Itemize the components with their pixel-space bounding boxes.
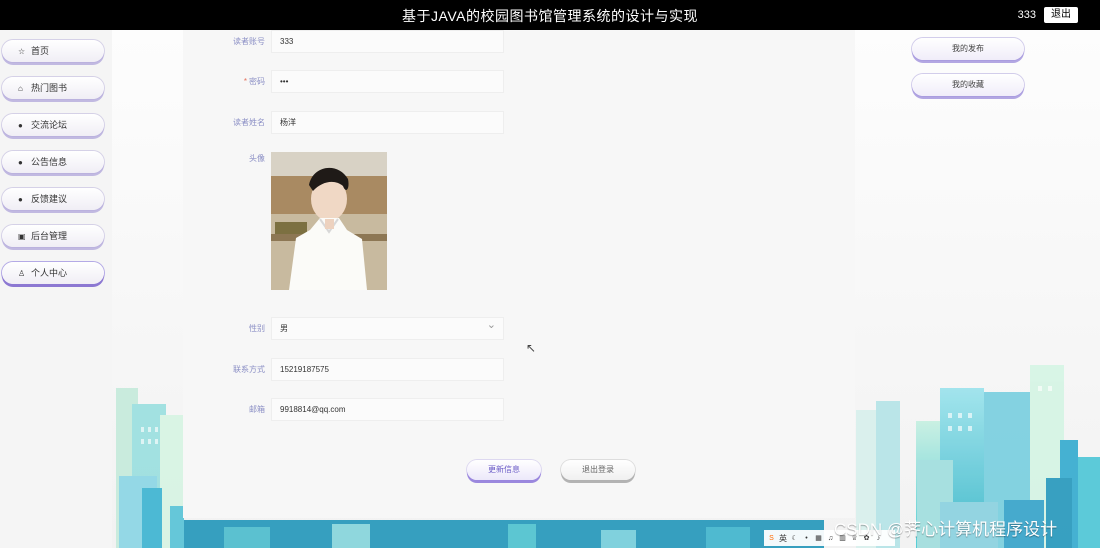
sidebar-item-popular-books[interactable]: ⌂ 热门图书 [2, 77, 104, 99]
sidebar-item-label: 个人中心 [31, 268, 68, 278]
phone-input[interactable]: 15219187575 [271, 358, 504, 381]
input-method-icon[interactable]: S [767, 534, 776, 543]
account-input[interactable]: 333 [271, 30, 504, 53]
profile-form-panel: 读者账号 333 * 密码 ••• 读者姓名 杨洋 头像 性别 男 ⌄ 联系方式… [183, 30, 855, 518]
password-input[interactable]: ••• [271, 70, 504, 93]
phone-label: 联系方式 [233, 365, 265, 374]
account-label: 读者账号 [233, 37, 265, 46]
mouse-cursor-icon: ↖ [526, 341, 537, 355]
main-page: ☆ 首页 ⌂ 热门图书 ● 交流论坛 ● 公告信息 ● 反馈建议 ▣ 后台管理 ♙ 个人中心 [0, 30, 1100, 548]
top-header: 基于JAVA的校园图书馆管理系统的设计与实现 333 退出 [0, 0, 1100, 30]
star-icon: ☆ [18, 47, 26, 56]
user-icon: ♙ [18, 269, 26, 278]
keyboard-icon[interactable]: ▦ [814, 534, 823, 543]
sidebar-nav: ☆ 首页 ⌂ 热门图书 ● 交流论坛 ● 公告信息 ● 反馈建议 ▣ 后台管理 ♙ 个人中心 [2, 40, 108, 299]
phone-row: 联系方式 15219187575 [183, 358, 855, 382]
sidebar-item-admin[interactable]: ▣ 后台管理 [2, 225, 104, 247]
password-row: * 密码 ••• [183, 70, 855, 94]
email-label: 邮箱 [249, 405, 265, 414]
gender-row: 性别 男 [183, 315, 855, 341]
password-label: * 密码 [185, 70, 265, 94]
my-posts-button[interactable]: 我的发布 [912, 38, 1024, 60]
avatar-photo-portrait [271, 152, 387, 290]
name-label: 读者姓名 [233, 118, 265, 127]
sidebar-item-home[interactable]: ☆ 首页 [2, 40, 104, 62]
sidebar-item-label: 公告信息 [31, 157, 68, 167]
sidebar-item-feedback[interactable]: ● 反馈建议 [2, 188, 104, 210]
username: 333 [1017, 9, 1036, 21]
name-row: 读者姓名 杨洋 [183, 111, 855, 135]
info-circle-icon: ● [18, 121, 23, 130]
csdn-watermark: CSDN @荠心计算机程序设计 [834, 520, 1058, 539]
sidebar-item-label: 热门图书 [31, 83, 68, 93]
account-row: 读者账号 333 [183, 30, 855, 54]
sidebar-item-profile[interactable]: ♙ 个人中心 [2, 262, 104, 284]
avatar-image[interactable] [271, 152, 387, 290]
required-mark: * [243, 77, 247, 86]
gender-label: 性别 [249, 324, 265, 333]
avatar-label: 头像 [249, 154, 265, 163]
moon-icon[interactable]: ☾ [790, 534, 799, 543]
punctuation-icon[interactable]: • [802, 534, 811, 543]
email-row: 邮箱 9918814@qq.com [183, 398, 855, 422]
printer-icon: ▣ [18, 232, 26, 241]
update-info-button[interactable]: 更新信息 [467, 460, 541, 480]
left-sidebar: ☆ 首页 ⌂ 热门图书 ● 交流论坛 ● 公告信息 ● 反馈建议 ▣ 后台管理 ♙ 个人中心 [0, 30, 112, 548]
logout-button[interactable]: 退出登录 [561, 460, 635, 480]
password-label-text: 密码 [249, 77, 265, 86]
name-input[interactable]: 杨洋 [271, 111, 504, 134]
info-circle-icon: ● [18, 195, 23, 204]
sidebar-item-label: 反馈建议 [31, 194, 68, 204]
sidebar-item-label: 后台管理 [31, 231, 68, 241]
my-favorites-button[interactable]: 我的收藏 [912, 74, 1024, 96]
input-method-label[interactable]: 英 [779, 533, 787, 544]
page-title: 基于JAVA的校园图书馆管理系统的设计与实现 [402, 8, 698, 24]
sidebar-item-announcements[interactable]: ● 公告信息 [2, 151, 104, 173]
sidebar-item-forum[interactable]: ● 交流论坛 [2, 114, 104, 136]
right-menu: 我的发布 我的收藏 [912, 38, 1024, 110]
email-input[interactable]: 9918814@qq.com [271, 398, 504, 421]
shopping-bag-icon: ⌂ [18, 84, 23, 93]
sidebar-item-label: 首页 [31, 46, 50, 56]
gender-select[interactable]: 男 [271, 315, 504, 340]
sidebar-item-label: 交流论坛 [31, 120, 68, 130]
question-circle-icon: ● [18, 158, 23, 167]
header-logout-button[interactable]: 退出 [1044, 7, 1078, 23]
